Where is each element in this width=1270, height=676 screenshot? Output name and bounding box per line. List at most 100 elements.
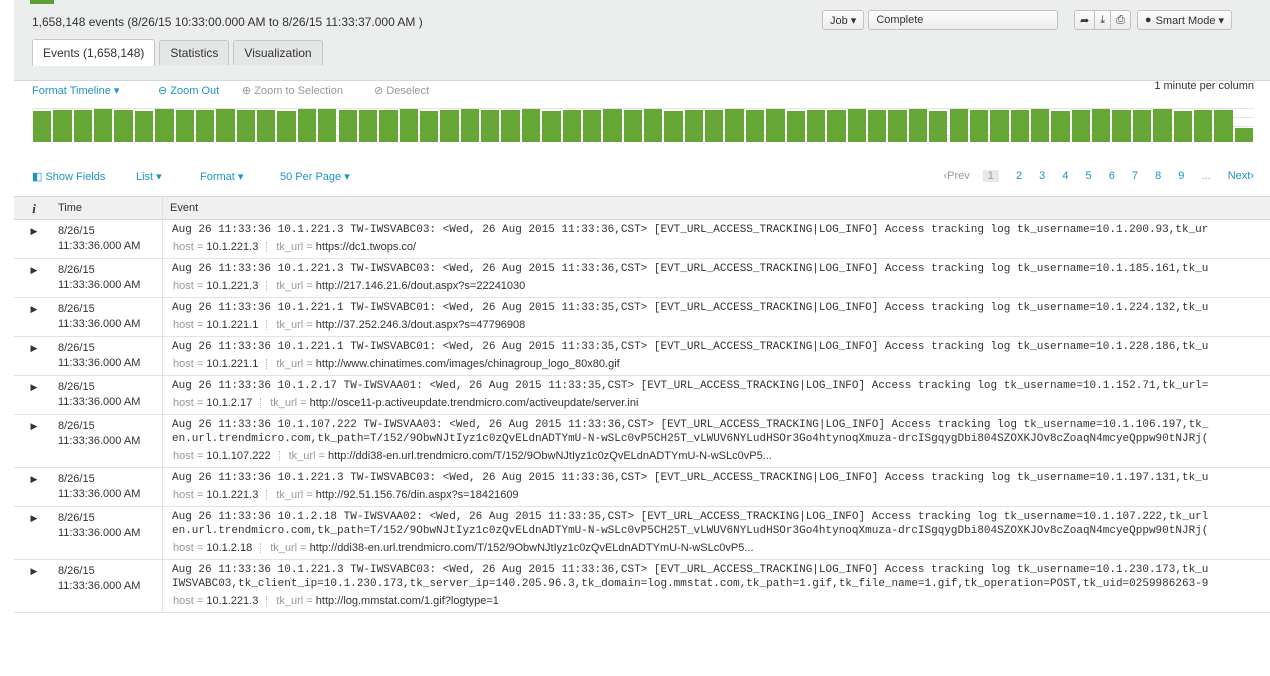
host-field-value[interactable]: 10.1.2.17 xyxy=(206,397,252,409)
tab-visualization[interactable]: Visualization xyxy=(233,40,323,65)
host-field-value[interactable]: 10.1.2.18 xyxy=(206,542,252,554)
timeline-bar[interactable] xyxy=(929,110,948,142)
host-field-value[interactable]: 10.1.107.222 xyxy=(206,450,270,462)
page-1[interactable]: 1 xyxy=(982,170,999,182)
timeline-bar[interactable] xyxy=(175,109,194,142)
timeline-bar[interactable] xyxy=(73,110,93,142)
print-icon[interactable]: ⎙ xyxy=(1111,10,1131,30)
url-field-value[interactable]: http://37.252.246.3/dout.aspx?s=47796908 xyxy=(316,319,525,331)
export-icon[interactable]: ⤓ xyxy=(1095,10,1112,30)
timeline-bar[interactable] xyxy=(705,110,724,142)
expand-arrow-icon[interactable]: ▶ xyxy=(14,382,54,393)
timeline-bar[interactable] xyxy=(216,109,235,142)
timeline-bar[interactable] xyxy=(888,109,907,142)
timeline-bar[interactable] xyxy=(766,109,785,142)
expand-arrow-icon[interactable]: ▶ xyxy=(14,566,54,577)
timeline-bar[interactable] xyxy=(1051,110,1070,142)
next-page-button[interactable]: Next› xyxy=(1228,170,1254,182)
timeline-bar[interactable] xyxy=(33,110,52,142)
page-6[interactable]: 6 xyxy=(1109,170,1115,182)
list-menu[interactable]: List ▾ xyxy=(136,170,162,183)
timeline-bar[interactable] xyxy=(460,109,480,142)
timeline-bar[interactable] xyxy=(1214,110,1233,142)
timeline-bar[interactable] xyxy=(684,109,704,142)
host-field-value[interactable]: 10.1.221.1 xyxy=(206,358,258,370)
timeline-bar[interactable] xyxy=(155,109,174,142)
timeline-bar[interactable] xyxy=(1112,110,1131,142)
timeline-bar[interactable] xyxy=(806,109,826,142)
event-time[interactable]: 8/26/15 11:33:36.000 AM xyxy=(58,263,164,293)
url-field-value[interactable]: http://ddi38-en.url.trendmicro.com/T/152… xyxy=(328,450,772,462)
table-row[interactable]: ▶ 8/26/15 11:33:36.000 AM Aug 26 11:33:36 1… xyxy=(14,468,1270,507)
timeline-bar[interactable] xyxy=(521,109,541,142)
table-row[interactable]: ▶ 8/26/15 11:33:36.000 AM Aug 26 11:33:36 1… xyxy=(14,415,1270,468)
timeline-bar[interactable] xyxy=(949,109,968,142)
event-time[interactable]: 8/26/15 11:33:36.000 AM xyxy=(58,419,164,449)
timeline-bar[interactable] xyxy=(725,109,744,142)
timeline-bar[interactable] xyxy=(1173,110,1192,142)
timeline-bar[interactable] xyxy=(990,109,1009,142)
event-time[interactable]: 8/26/15 11:33:36.000 AM xyxy=(58,302,164,332)
url-field-value[interactable]: http://217.146.21.6/dout.aspx?s=22241030 xyxy=(316,280,525,292)
timeline-bar[interactable] xyxy=(399,109,418,142)
expand-arrow-icon[interactable]: ▶ xyxy=(14,265,54,276)
timeline-bar[interactable] xyxy=(664,110,683,142)
page-4[interactable]: 4 xyxy=(1062,170,1068,182)
page-3[interactable]: 3 xyxy=(1039,170,1045,182)
page-7[interactable]: 7 xyxy=(1132,170,1138,182)
table-row[interactable]: ▶ 8/26/15 11:33:36.000 AM Aug 26 11:33:36 1… xyxy=(14,507,1270,560)
timeline-bar[interactable] xyxy=(440,109,459,142)
url-field-value[interactable]: https://dc1.twops.co/ xyxy=(316,241,416,253)
timeline-bar[interactable] xyxy=(1092,109,1111,142)
event-time[interactable]: 8/26/15 11:33:36.000 AM xyxy=(58,472,164,502)
url-field-value[interactable]: http://92.51.156.76/din.aspx?s=18421609 xyxy=(316,489,519,501)
timeline-bar[interactable] xyxy=(969,110,989,142)
timeline-bar[interactable] xyxy=(53,109,72,142)
timeline-bar[interactable] xyxy=(847,109,867,142)
url-field-value[interactable]: http://log.mmstat.com/1.gif?logtype=1 xyxy=(316,595,499,607)
timeline-bar[interactable] xyxy=(195,110,215,142)
timeline-bar[interactable] xyxy=(134,110,154,142)
timeline-bar[interactable] xyxy=(338,110,357,142)
event-time[interactable]: 8/26/15 11:33:36.000 AM xyxy=(58,564,164,594)
timeline-bar[interactable] xyxy=(419,110,439,142)
page-9[interactable]: 9 xyxy=(1178,170,1184,182)
page-5[interactable]: 5 xyxy=(1086,170,1092,182)
timeline-bar[interactable] xyxy=(1234,128,1253,142)
event-time[interactable]: 8/26/15 11:33:36.000 AM xyxy=(58,341,164,371)
page-8[interactable]: 8 xyxy=(1155,170,1161,182)
timeline-bar[interactable] xyxy=(481,110,500,142)
url-field-value[interactable]: http://osce11-p.activeupdate.trendmicro.… xyxy=(310,397,639,409)
timeline-bar[interactable] xyxy=(318,109,337,142)
url-field-value[interactable]: http://ddi38-en.url.trendmicro.com/T/152… xyxy=(310,542,754,554)
host-field-value[interactable]: 10.1.221.1 xyxy=(206,319,258,331)
timeline-bar[interactable] xyxy=(277,110,296,142)
host-field-value[interactable]: 10.1.221.3 xyxy=(206,595,258,607)
expand-arrow-icon[interactable]: ▶ xyxy=(14,304,54,315)
timeline-bar[interactable] xyxy=(1030,109,1050,142)
timeline-bar[interactable] xyxy=(501,110,520,142)
page-2[interactable]: 2 xyxy=(1016,170,1022,182)
expand-arrow-icon[interactable]: ▶ xyxy=(14,421,54,432)
timeline-chart[interactable] xyxy=(32,108,1254,142)
per-page-menu[interactable]: 50 Per Page ▾ xyxy=(280,170,350,183)
timeline-bar[interactable] xyxy=(745,110,765,142)
expand-arrow-icon[interactable]: ▶ xyxy=(14,513,54,524)
timeline-bar[interactable] xyxy=(1132,110,1152,142)
timeline-bar[interactable] xyxy=(908,109,928,142)
format-timeline-menu[interactable]: Format Timeline ▾ xyxy=(32,84,119,97)
timeline-bar[interactable] xyxy=(257,109,276,142)
timeline-bar[interactable] xyxy=(868,110,887,142)
table-row[interactable]: ▶ 8/26/15 11:33:36.000 AM Aug 26 11:33:36 1… xyxy=(14,376,1270,415)
expand-arrow-icon[interactable]: ▶ xyxy=(14,474,54,485)
timeline-bar[interactable] xyxy=(562,109,581,142)
table-row[interactable]: ▶ 8/26/15 11:33:36.000 AM Aug 26 11:33:36 1… xyxy=(14,560,1270,613)
time-column-header[interactable]: Time xyxy=(58,201,164,216)
table-row[interactable]: ▶ 8/26/15 11:33:36.000 AM Aug 26 11:33:36 1… xyxy=(14,298,1270,337)
timeline-bar[interactable] xyxy=(603,109,622,142)
event-time[interactable]: 8/26/15 11:33:36.000 AM xyxy=(58,380,164,410)
timeline-bar[interactable] xyxy=(644,109,663,142)
timeline-bar[interactable] xyxy=(94,109,113,142)
timeline-bar[interactable] xyxy=(827,110,846,142)
url-field-value[interactable]: http://www.chinatimes.com/images/chinagr… xyxy=(316,358,620,370)
